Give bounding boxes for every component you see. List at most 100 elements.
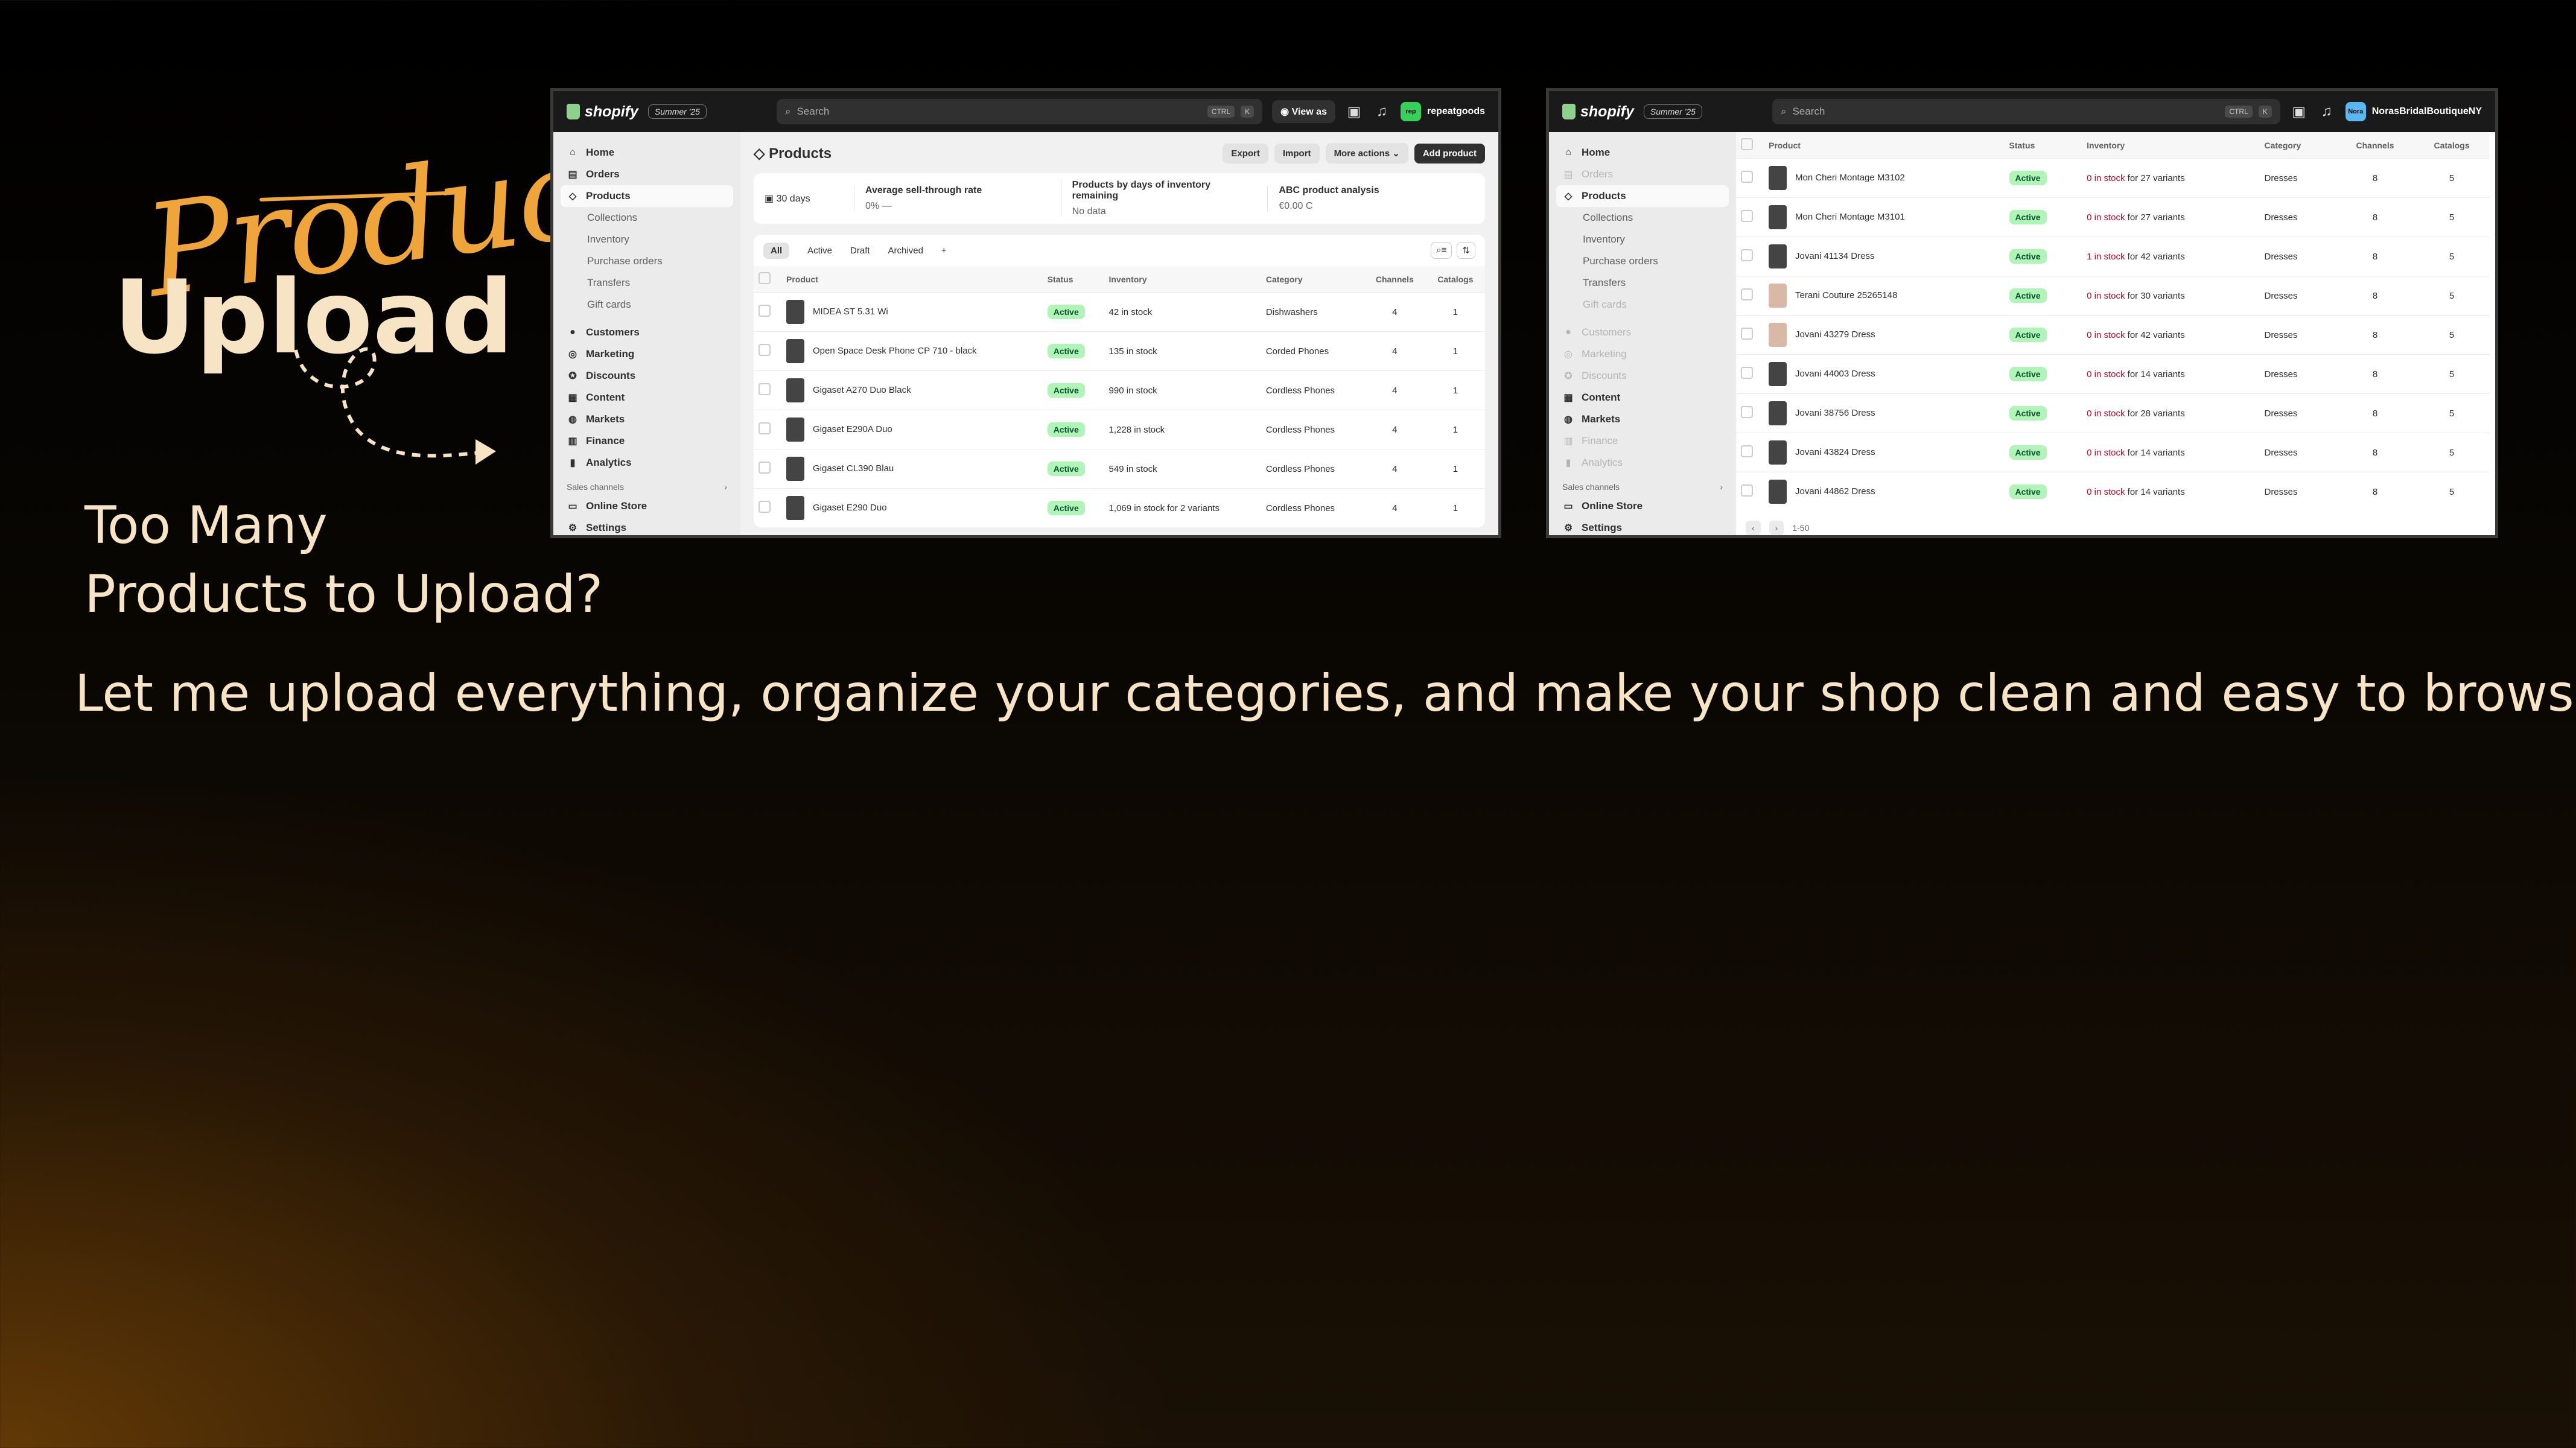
tab-all[interactable]: All bbox=[763, 242, 790, 259]
shopify-logo[interactable]: shopify bbox=[567, 103, 638, 121]
col-catalogs[interactable]: Catalogs bbox=[2414, 132, 2489, 159]
col-inventory[interactable]: Inventory bbox=[1104, 266, 1261, 293]
shopify-logo[interactable]: shopify bbox=[1562, 103, 1634, 121]
sidebar-item-products[interactable]: ◇ Products bbox=[1556, 185, 1729, 207]
tab-active[interactable]: Active bbox=[807, 246, 832, 256]
sidebar-item-markets[interactable]: ◍ Markets bbox=[561, 408, 733, 430]
sidebar-item-collections[interactable]: Collections bbox=[1556, 207, 1729, 229]
row-checkbox[interactable] bbox=[1741, 328, 1753, 340]
row-checkbox[interactable] bbox=[1741, 367, 1753, 379]
sidebar-item-gift-cards[interactable]: Gift cards bbox=[561, 294, 733, 316]
col-product[interactable]: Product bbox=[781, 266, 1043, 293]
col-catalogs[interactable]: Catalogs bbox=[1425, 266, 1485, 293]
table-row[interactable]: Gigaset E290 Duo Active 1,069 in stock for… bbox=[754, 488, 1485, 527]
sidebar-item-settings[interactable]: ⚙ Settings bbox=[1556, 517, 1729, 535]
sidebar-item-finance[interactable]: ▥ Finance bbox=[561, 430, 733, 452]
sales-channels-heading[interactable]: Sales channels › bbox=[1556, 474, 1729, 495]
sidebar-item-customers[interactable]: ● Customers bbox=[1556, 322, 1729, 343]
sidebar-item-content[interactable]: ▦ Content bbox=[561, 387, 733, 408]
sidebar-item-discounts[interactable]: ✪ Discounts bbox=[561, 365, 733, 387]
table-row[interactable]: Jovani 44862 Dress Active 0 in stock for 1… bbox=[1736, 472, 2489, 511]
add-view-icon[interactable]: + bbox=[941, 246, 947, 256]
sidebar-item-marketing[interactable]: ◎ Marketing bbox=[561, 343, 733, 365]
sidebar-item-orders[interactable]: ▤ Orders bbox=[561, 164, 733, 185]
table-row[interactable]: Open Space Desk Phone CP 710 - black Acti… bbox=[754, 331, 1485, 371]
col-inventory[interactable]: Inventory bbox=[2082, 132, 2260, 159]
sidebar-item-orders[interactable]: ▤ Orders bbox=[1556, 164, 1729, 185]
sidebar-item-gift-cards[interactable]: Gift cards bbox=[1556, 294, 1729, 316]
product-name[interactable]: Jovani 44003 Dress bbox=[1795, 369, 1875, 379]
product-name[interactable]: Open Space Desk Phone CP 710 - black bbox=[813, 346, 977, 356]
sidebar-item-inventory[interactable]: Inventory bbox=[1556, 229, 1729, 250]
sidebar-item-transfers[interactable]: Transfers bbox=[1556, 272, 1729, 294]
sidebar-item-marketing[interactable]: ◎ Marketing bbox=[1556, 343, 1729, 365]
stat-days-inventory[interactable]: Products by days of inventory remaining N… bbox=[1060, 180, 1268, 217]
tab-draft[interactable]: Draft bbox=[850, 246, 870, 256]
row-checkbox[interactable] bbox=[1741, 445, 1753, 457]
sidebar-item-markets[interactable]: ◍ Markets bbox=[1556, 408, 1729, 430]
export-button[interactable]: Export bbox=[1223, 143, 1268, 164]
sidebar-item-collections[interactable]: Collections bbox=[561, 207, 733, 229]
import-button[interactable]: Import bbox=[1274, 143, 1320, 164]
sidebar-item-online-store[interactable]: ▭ Online Store bbox=[561, 495, 733, 517]
sidebar-item-discounts[interactable]: ✪ Discounts bbox=[1556, 365, 1729, 387]
row-checkbox[interactable] bbox=[1741, 171, 1753, 183]
inbox-icon[interactable]: ▣ bbox=[2290, 103, 2308, 121]
bell-icon[interactable]: ♫ bbox=[1373, 103, 1391, 120]
col-channels[interactable]: Channels bbox=[1363, 266, 1426, 293]
col-category[interactable]: Category bbox=[2259, 132, 2336, 159]
table-row[interactable]: Gigaset CL390 Blau Active 549 in stock Cord… bbox=[754, 449, 1485, 489]
table-row[interactable]: Jovani 43279 Dress Active 0 in stock for 4… bbox=[1736, 315, 2489, 355]
stat-sell-through[interactable]: Average sell-through rate 0% — bbox=[854, 185, 1061, 212]
more-actions-button[interactable]: More actions ⌄ bbox=[1325, 143, 1408, 164]
row-checkbox[interactable] bbox=[1741, 406, 1753, 418]
table-row[interactable]: Terani Couture 25265148 Active 0 in stock … bbox=[1736, 276, 2489, 316]
search-input[interactable]: ⌕ Search CTRL K bbox=[1772, 99, 2280, 124]
sidebar-item-products[interactable]: ◇ Products bbox=[561, 185, 733, 207]
sidebar-item-purchase-orders[interactable]: Purchase orders bbox=[1556, 250, 1729, 272]
sidebar-item-analytics[interactable]: ▮ Analytics bbox=[561, 452, 733, 474]
sidebar-item-home[interactable]: ⌂ Home bbox=[561, 142, 733, 164]
product-name[interactable]: Mon Cheri Montage M3102 bbox=[1795, 173, 1905, 183]
row-checkbox[interactable] bbox=[1741, 288, 1753, 300]
col-category[interactable]: Category bbox=[1261, 266, 1364, 293]
sort-icon[interactable]: ⇅ bbox=[1457, 242, 1475, 259]
sidebar-item-content[interactable]: ▦ Content bbox=[1556, 387, 1729, 408]
prev-page-button[interactable]: ‹ bbox=[1746, 521, 1761, 535]
product-name[interactable]: Jovani 38756 Dress bbox=[1795, 408, 1875, 418]
stat-abc-analysis[interactable]: ABC product analysis €0.00 C bbox=[1267, 185, 1474, 212]
select-all-checkbox[interactable] bbox=[1741, 138, 1753, 150]
product-name[interactable]: Gigaset A270 Duo Black bbox=[813, 385, 911, 395]
inbox-icon[interactable]: ▣ bbox=[1345, 103, 1363, 121]
search-filter-icon[interactable]: ⌕≡ bbox=[1431, 242, 1452, 259]
product-name[interactable]: Jovani 43824 Dress bbox=[1795, 447, 1875, 457]
product-name[interactable]: Mon Cheri Montage M3101 bbox=[1795, 212, 1905, 222]
sidebar-item-finance[interactable]: ▥ Finance bbox=[1556, 430, 1729, 452]
period-selector[interactable]: ▣ 30 days bbox=[765, 192, 854, 205]
row-checkbox[interactable] bbox=[758, 501, 771, 513]
table-row[interactable]: MIDEA ST 5.31 Wi Active 42 in stock Dishwas… bbox=[754, 292, 1485, 332]
sales-channels-heading[interactable]: Sales channels › bbox=[561, 474, 733, 495]
sidebar-item-purchase-orders[interactable]: Purchase orders bbox=[561, 250, 733, 272]
product-name[interactable]: Jovani 43279 Dress bbox=[1795, 329, 1875, 340]
store-menu[interactable]: Nora NorasBridalBoutiqueNY bbox=[2345, 102, 2482, 121]
sidebar-item-online-store[interactable]: ▭ Online Store bbox=[1556, 495, 1729, 517]
table-row[interactable]: Jovani 38756 Dress Active 0 in stock for 2… bbox=[1736, 393, 2489, 433]
col-channels[interactable]: Channels bbox=[2335, 132, 2415, 159]
row-checkbox[interactable] bbox=[758, 344, 771, 356]
sidebar-item-settings[interactable]: ⚙ Settings bbox=[561, 517, 733, 535]
product-name[interactable]: Gigaset CL390 Blau bbox=[813, 463, 894, 474]
view-as-button[interactable]: ◉ View as bbox=[1272, 100, 1335, 123]
row-checkbox[interactable] bbox=[1741, 484, 1753, 497]
table-row[interactable]: Jovani 43824 Dress Active 0 in stock for 1… bbox=[1736, 433, 2489, 472]
select-all-checkbox[interactable] bbox=[758, 272, 771, 284]
sidebar-item-analytics[interactable]: ▮ Analytics bbox=[1556, 452, 1729, 474]
table-row[interactable]: Mon Cheri Montage M3101 Active 0 in stock … bbox=[1736, 197, 2489, 237]
col-product[interactable]: Product bbox=[1764, 132, 2005, 159]
row-checkbox[interactable] bbox=[758, 422, 771, 434]
add-product-button[interactable]: Add product bbox=[1414, 143, 1485, 164]
next-page-button[interactable]: › bbox=[1769, 521, 1784, 535]
search-input[interactable]: ⌕ Search CTRL K bbox=[776, 99, 1263, 124]
table-row[interactable]: Gigaset E290A Duo Active 1,228 in stock Cor… bbox=[754, 410, 1485, 449]
product-name[interactable]: Gigaset E290A Duo bbox=[813, 424, 892, 434]
